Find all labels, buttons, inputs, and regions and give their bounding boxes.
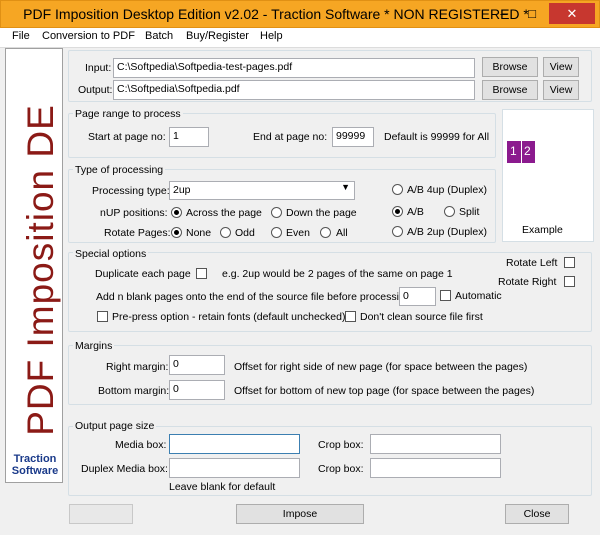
output-path-field[interactable]: C:\Softpedia\Softpedia.pdf <box>113 80 475 100</box>
duplex-media-box-field[interactable] <box>169 458 300 478</box>
duplex-crop-box-label: Crop box: <box>318 463 364 475</box>
ab-2up-radio[interactable] <box>392 226 403 237</box>
duplex-media-box-label: Duplex Media box: <box>81 463 168 475</box>
input-path-field[interactable]: C:\Softpedia\Softpedia-test-pages.pdf <box>113 58 475 78</box>
split-radio[interactable] <box>444 206 455 217</box>
input-browse-button[interactable]: Browse <box>482 57 538 77</box>
automatic-checkbox[interactable] <box>440 290 451 301</box>
close-window-button[interactable]: ✕ <box>549 3 595 24</box>
blank-pages-label: Add n blank pages onto the end of the so… <box>96 291 414 303</box>
automatic-label: Automatic <box>455 290 502 302</box>
rotate-all-label: All <box>336 227 348 239</box>
nup-positions-label: nUP positions: <box>100 207 168 219</box>
output-view-button[interactable]: View <box>543 80 579 100</box>
ab-radio[interactable] <box>392 206 403 217</box>
ab-label: A/B <box>407 206 424 218</box>
rotate-right-label: Rotate Right <box>498 276 557 288</box>
nup-across-label: Across the page <box>186 207 262 219</box>
example-label: Example <box>522 224 563 236</box>
rotate-odd-radio[interactable] <box>220 227 231 238</box>
output-label: Output: <box>78 84 113 96</box>
logo-panel: PDF Imposition DE Traction Software <box>5 48 63 483</box>
page-range-title: Page range to process <box>73 108 183 120</box>
default-note: Default is 99999 for All <box>384 131 490 143</box>
disabled-button <box>69 504 133 524</box>
example-preview <box>502 109 594 242</box>
input-label: Input: <box>85 62 112 74</box>
end-page-field[interactable]: 99999 <box>332 127 374 147</box>
bottom-margin-note: Offset for bottom of new top page (for s… <box>234 385 535 397</box>
processing-type-select[interactable]: 2up ▼ <box>169 181 355 200</box>
split-label: Split <box>459 206 480 218</box>
nup-across-radio[interactable] <box>171 207 182 218</box>
chevron-down-icon: ▼ <box>341 182 350 192</box>
bottom-margin-label: Bottom margin: <box>98 385 170 397</box>
impose-button[interactable]: Impose <box>236 504 364 524</box>
menu-help[interactable]: Help <box>260 30 283 42</box>
menu-buy-register[interactable]: Buy/Register <box>186 30 249 42</box>
duplicate-label: Duplicate each page <box>95 268 191 280</box>
end-page-label: End at page no: <box>253 131 328 143</box>
rotate-all-radio[interactable] <box>320 227 331 238</box>
right-margin-label: Right margin: <box>106 361 169 373</box>
leave-blank-note: Leave blank for default <box>169 481 276 493</box>
bottom-margin-field[interactable]: 0 <box>169 380 225 400</box>
processing-title: Type of processing <box>73 164 166 176</box>
brand-line-1: Traction <box>13 453 57 465</box>
processing-type-value: 2up <box>173 184 191 196</box>
crop-box-field[interactable] <box>370 434 501 454</box>
menu-bar: File Conversion to PDF Batch Buy/Registe… <box>0 28 600 48</box>
nup-down-label: Down the page <box>286 207 357 219</box>
blank-pages-field[interactable]: 0 <box>399 287 436 306</box>
prepress-checkbox[interactable] <box>97 311 108 322</box>
product-logo-text: PDF Imposition DE <box>20 104 61 436</box>
output-size-group <box>68 426 592 496</box>
rotate-left-checkbox[interactable] <box>564 257 575 268</box>
right-margin-field[interactable]: 0 <box>169 355 225 375</box>
processing-type-label: Processing type: <box>92 185 170 197</box>
rotate-pages-label: Rotate Pages: <box>104 227 171 239</box>
menu-file[interactable]: File <box>12 30 30 42</box>
brand-line-2: Software <box>11 465 59 477</box>
menu-batch[interactable]: Batch <box>145 30 173 42</box>
ab-2up-label: A/B 2up (Duplex) <box>407 226 487 238</box>
margins-title: Margins <box>73 340 115 352</box>
rotate-even-label: Even <box>286 227 310 239</box>
rotate-right-checkbox[interactable] <box>564 276 575 287</box>
output-browse-button[interactable]: Browse <box>482 80 538 100</box>
ab-4up-radio[interactable] <box>392 184 403 195</box>
special-options-title: Special options <box>73 248 149 260</box>
window-title: PDF Imposition Desktop Edition v2.02 - T… <box>23 6 529 22</box>
rotate-odd-label: Odd <box>235 227 255 239</box>
rotate-left-label: Rotate Left <box>506 257 558 269</box>
title-bar: PDF Imposition Desktop Edition v2.02 - T… <box>0 0 600 28</box>
dont-clean-checkbox[interactable] <box>345 311 356 322</box>
maximize-button[interactable]: □ <box>519 3 545 24</box>
input-view-button[interactable]: View <box>543 57 579 77</box>
menu-conversion-to-pdf[interactable]: Conversion to PDF <box>42 30 135 42</box>
prepress-label: Pre-press option - retain fonts (default… <box>112 311 346 323</box>
ab-4up-label: A/B 4up (Duplex) <box>407 184 487 196</box>
minimize-button[interactable]: – <box>491 3 517 24</box>
nup-down-radio[interactable] <box>271 207 282 218</box>
duplicate-note: e.g. 2up would be 2 pages of the same on… <box>222 268 453 280</box>
right-margin-note: Offset for right side of new page (for s… <box>234 361 528 373</box>
dont-clean-label: Don't clean source file first <box>360 311 483 323</box>
example-page-2: 2 <box>524 144 531 158</box>
duplex-crop-box-field[interactable] <box>370 458 501 478</box>
crop-box-label: Crop box: <box>318 439 364 451</box>
rotate-even-radio[interactable] <box>271 227 282 238</box>
duplicate-checkbox[interactable] <box>196 268 207 279</box>
rotate-none-radio[interactable] <box>171 227 182 238</box>
start-page-field[interactable]: 1 <box>169 127 209 147</box>
start-page-label: Start at page no: <box>88 131 166 143</box>
example-page-1: 1 <box>510 144 517 158</box>
output-size-title: Output page size <box>73 420 157 432</box>
media-box-label: Media box: <box>115 439 167 451</box>
close-button[interactable]: Close <box>505 504 569 524</box>
media-box-field[interactable] <box>169 434 300 454</box>
example-divider <box>521 141 522 163</box>
rotate-none-label: None <box>186 227 212 239</box>
